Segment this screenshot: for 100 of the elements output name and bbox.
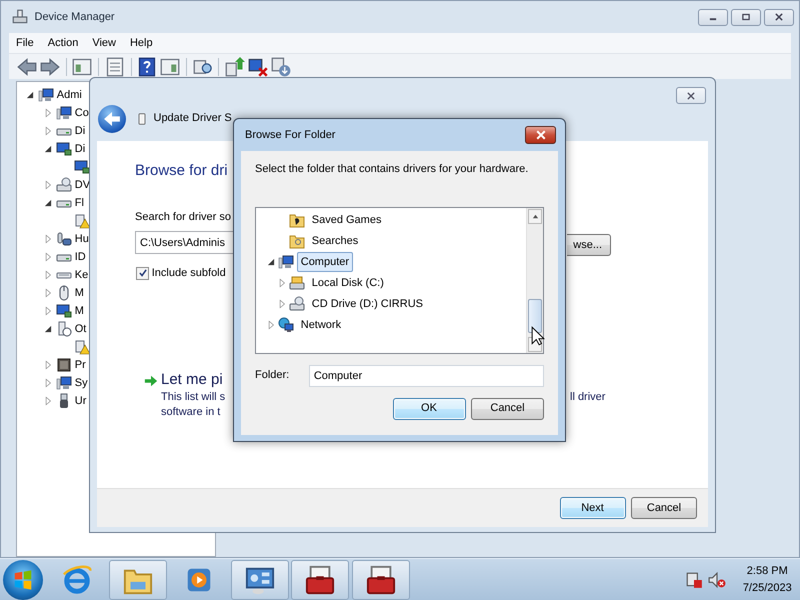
- back-button[interactable]: [98, 104, 126, 132]
- expand-arrow-icon[interactable]: [43, 252, 53, 262]
- window-title: Device Manager: [34, 10, 115, 25]
- taskbar-button[interactable]: [230, 560, 288, 600]
- dialog-title: Update Driver S: [154, 111, 232, 126]
- tree-item[interactable]: Ot: [74, 320, 86, 338]
- scroll-up-button[interactable]: [528, 208, 542, 224]
- tree-item[interactable]: Network: [296, 314, 346, 336]
- chip-icon: [56, 357, 72, 373]
- tree-item[interactable]: Saved Games: [308, 210, 386, 230]
- taskbar-button[interactable]: [291, 560, 350, 600]
- tree-item[interactable]: CD Drive (D:) CIRRUS: [308, 294, 427, 314]
- arrow-icon: [144, 374, 158, 388]
- tree-item[interactable]: Computer: [296, 252, 354, 272]
- folder-icon: [289, 212, 305, 228]
- folder-tree[interactable]: Saved Games Searches Computer Local Disk (C:) CD Drive (D:) CIRRUS Network: [255, 206, 544, 354]
- mouse-pointer-icon: [531, 326, 545, 346]
- option-description: software in t: [161, 405, 220, 420]
- tree-item[interactable]: Di: [74, 140, 86, 158]
- tree-item[interactable]: Admi: [56, 86, 82, 104]
- checkbox[interactable]: [136, 266, 149, 280]
- menu-item[interactable]: Action: [40, 32, 86, 54]
- cancel-button[interactable]: Cancel: [631, 497, 697, 519]
- close-button[interactable]: [764, 8, 794, 26]
- next-button[interactable]: Next: [560, 497, 626, 519]
- expand-arrow-icon[interactable]: [43, 108, 53, 118]
- tree-item[interactable]: Di: [74, 122, 86, 140]
- monitor-icon: [56, 141, 72, 157]
- start-button[interactable]: [2, 560, 43, 600]
- disable-icon[interactable]: [248, 56, 268, 76]
- window-pane-icon[interactable]: [160, 56, 180, 76]
- option-title[interactable]: Let me pi: [161, 369, 223, 392]
- toolbox-icon: [366, 564, 396, 594]
- expand-arrow-icon[interactable]: [277, 278, 287, 288]
- back-icon[interactable]: [17, 56, 37, 76]
- menu-item[interactable]: File: [9, 32, 41, 54]
- collapse-arrow-icon[interactable]: [43, 198, 53, 208]
- cancel-button[interactable]: Cancel: [471, 398, 544, 420]
- clock[interactable]: 2:58 PM 7/25/2023: [742, 562, 792, 596]
- expand-arrow-icon[interactable]: [43, 396, 53, 406]
- disc-drive-icon: [56, 177, 72, 193]
- network-error-icon: [684, 570, 703, 588]
- scroll-thumb[interactable]: [528, 298, 542, 332]
- ok-button[interactable]: OK: [392, 398, 466, 420]
- tree-item[interactable]: ID: [74, 248, 86, 266]
- tree-item[interactable]: Co: [74, 104, 89, 122]
- disc-drive-icon: [289, 296, 305, 312]
- taskbar-button[interactable]: [352, 560, 410, 600]
- monitor-icon: [56, 303, 72, 319]
- folder-field[interactable]: Computer: [308, 364, 544, 386]
- expand-arrow-icon[interactable]: [277, 299, 287, 309]
- maximize-button[interactable]: [730, 8, 761, 26]
- tree-item[interactable]: Local Disk (C:): [308, 272, 388, 294]
- close-button[interactable]: [525, 126, 556, 144]
- search-folder-icon: [289, 233, 305, 249]
- tree-item[interactable]: M: [74, 302, 84, 320]
- forward-icon[interactable]: [40, 56, 60, 76]
- tree-item[interactable]: Sy: [74, 374, 88, 392]
- properties-icon[interactable]: [104, 56, 125, 76]
- globe-monitor-icon: [278, 317, 294, 333]
- device-manager-icon: [11, 8, 29, 26]
- close-icon: [774, 12, 784, 22]
- tree-item[interactable]: Searches: [308, 230, 362, 252]
- expand-arrow-icon[interactable]: [43, 378, 53, 388]
- expand-arrow-icon[interactable]: [43, 306, 53, 316]
- close-icon: [686, 90, 696, 100]
- expand-arrow-icon[interactable]: [43, 360, 53, 370]
- expand-arrow-icon[interactable]: [43, 288, 53, 298]
- checkbox-label: Include subfold: [152, 266, 226, 281]
- menu-item[interactable]: Help: [122, 32, 160, 54]
- collapse-arrow-icon[interactable]: [25, 90, 35, 100]
- expand-arrow-icon[interactable]: [43, 270, 53, 280]
- menu-item[interactable]: View: [85, 32, 123, 54]
- page-heading: Browse for dri: [135, 161, 228, 181]
- browse-button[interactable]: wse...: [567, 234, 611, 256]
- tree-item[interactable]: Hu: [74, 230, 89, 248]
- instruction-text: Select the folder that contains drivers for your hardware.: [255, 162, 530, 177]
- tree-item[interactable]: Ur: [74, 392, 86, 410]
- close-button[interactable]: [676, 87, 706, 104]
- collapse-arrow-icon[interactable]: [43, 144, 53, 154]
- expand-arrow-icon[interactable]: [266, 320, 276, 330]
- uninstall-icon[interactable]: [270, 56, 290, 76]
- help-icon[interactable]: [137, 56, 158, 76]
- tree-item[interactable]: Ke: [74, 266, 88, 284]
- collapse-arrow-icon[interactable]: [43, 324, 53, 334]
- tree-item[interactable]: M: [74, 284, 84, 302]
- path-field[interactable]: C:\Users\Adminis: [135, 231, 235, 254]
- collapse-arrow-icon[interactable]: [266, 257, 276, 267]
- expand-arrow-icon[interactable]: [43, 126, 53, 136]
- tree-item[interactable]: Pr: [74, 356, 86, 374]
- computer-icon: [38, 87, 54, 103]
- expand-arrow-icon[interactable]: [43, 180, 53, 190]
- speaker-muted-icon: [708, 570, 726, 588]
- expand-arrow-icon[interactable]: [43, 234, 53, 244]
- update-icon[interactable]: [225, 56, 245, 76]
- scrollbar[interactable]: [526, 208, 543, 352]
- tree-item[interactable]: Fl: [74, 194, 84, 212]
- browser-icon: [62, 564, 92, 594]
- window-pane-icon[interactable]: [72, 56, 92, 76]
- tree-item[interactable]: DV: [74, 176, 90, 194]
